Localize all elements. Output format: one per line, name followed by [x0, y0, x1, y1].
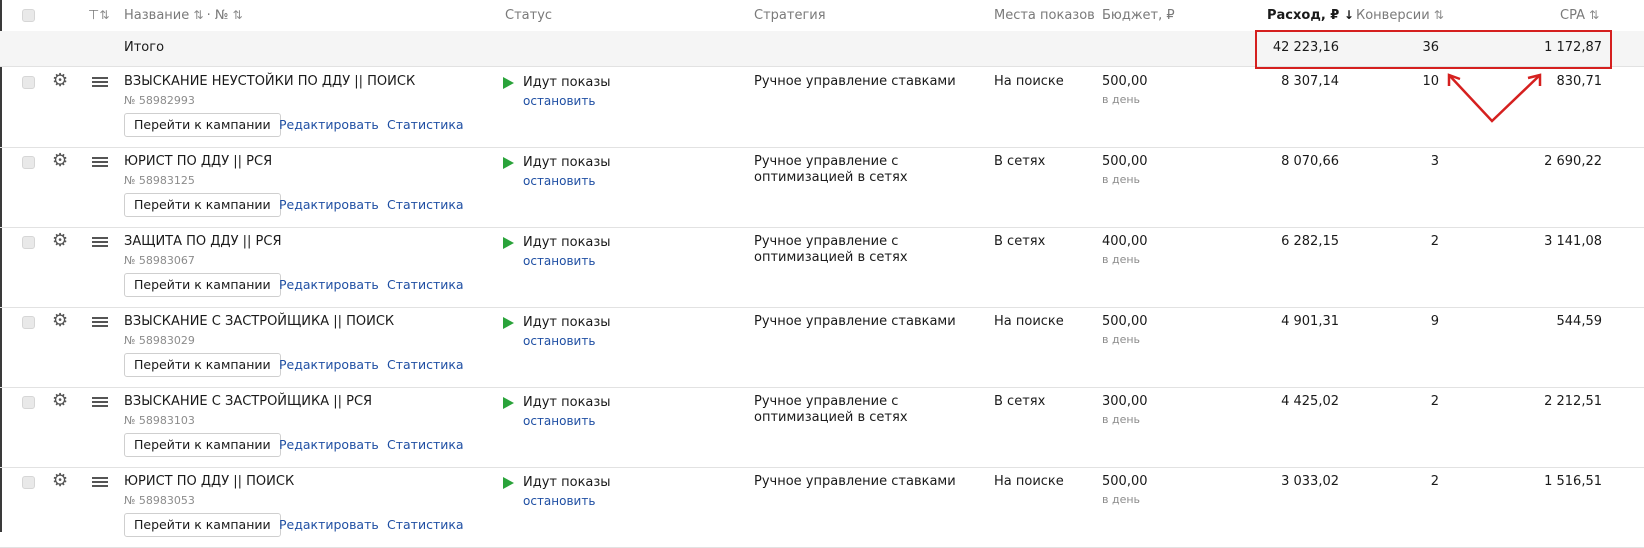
annotation-arrow [1448, 74, 1541, 123]
annotation-arrows [1447, 73, 1542, 123]
